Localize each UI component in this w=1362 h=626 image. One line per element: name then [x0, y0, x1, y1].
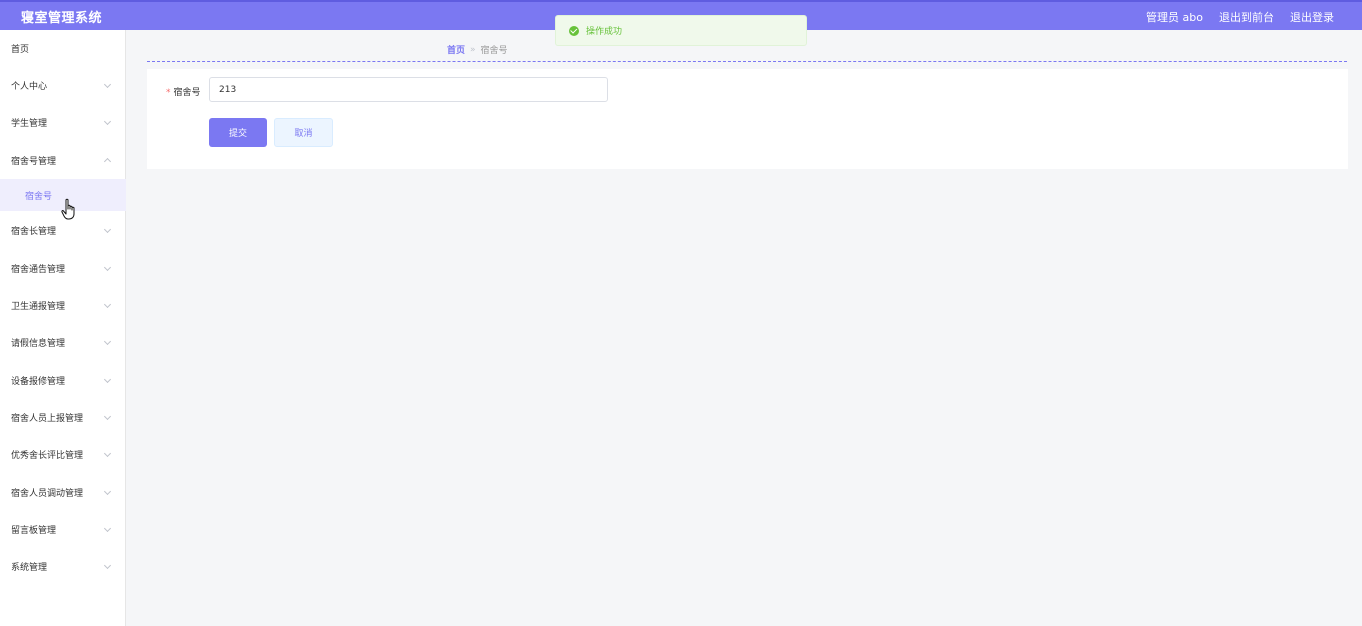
chevron-down-icon — [103, 375, 112, 384]
form-card: *宿舍号 提交 取消 — [147, 69, 1348, 169]
success-toast: 操作成功 — [555, 15, 807, 46]
sidebar-menu: 首页 个人中心 学生管理 宿舍号管理 宿舍号 宿舍长管理 宿舍通告管理 卫生通报… — [0, 30, 126, 626]
sidebar-item-label: 宿舍号管理 — [11, 156, 57, 167]
sidebar-item-label: 卫生通报管理 — [11, 301, 66, 312]
chevron-down-icon — [103, 449, 112, 458]
chevron-down-icon — [103, 263, 112, 272]
chevron-down-icon — [103, 80, 112, 89]
sidebar-item-label: 宿舍通告管理 — [11, 264, 66, 275]
toast-message: 操作成功 — [586, 27, 623, 37]
sidebar-item-students[interactable]: 学生管理 — [0, 104, 126, 140]
exit-to-front-link[interactable]: 退出到前台 — [1219, 9, 1274, 25]
sidebar-item-label: 宿舍长管理 — [11, 226, 57, 237]
sidebar-item-label: 个人中心 — [11, 81, 48, 92]
sidebar-item-repairs[interactable]: 设备报修管理 — [0, 362, 126, 398]
sidebar-item-label: 请假信息管理 — [11, 338, 66, 349]
dorm-number-input[interactable] — [209, 77, 608, 102]
sidebar-item-label: 宿舍人员上报管理 — [11, 413, 84, 424]
sidebar-item-label: 学生管理 — [11, 118, 48, 129]
chevron-down-icon — [103, 225, 112, 234]
header-actions: 管理员 abo 退出到前台 退出登录 — [1146, 9, 1334, 25]
breadcrumb-current: 宿舍号 — [480, 46, 508, 56]
hand-cursor-icon — [61, 198, 75, 220]
dorm-number-label: * 宿舍号 — [166, 85, 201, 98]
chevron-down-icon — [103, 561, 112, 570]
sidebar-item-transfers[interactable]: 宿舍人员调动管理 — [0, 474, 126, 510]
sidebar-item-member-reports[interactable]: 宿舍人员上报管理 — [0, 399, 126, 435]
sidebar-item-hygiene-reports[interactable]: 卫生通报管理 — [0, 287, 126, 323]
sidebar-item-system[interactable]: 系统管理 — [0, 548, 126, 584]
sidebar-item-profile[interactable]: 个人中心 — [0, 67, 126, 103]
submit-button[interactable]: 提交 — [209, 118, 267, 147]
sidebar-item-leader-awards[interactable]: 优秀舍长评比管理 — [0, 436, 126, 472]
admin-user-label[interactable]: 管理员 abo — [1146, 9, 1203, 25]
breadcrumb-divider — [147, 61, 1347, 62]
chevron-down-icon — [103, 524, 112, 533]
sidebar-item-label: 首页 — [11, 44, 30, 55]
sidebar-item-dorm-numbers[interactable]: 宿舍号管理 — [0, 142, 126, 178]
app-title: 寝室管理系统 — [21, 11, 103, 26]
chevron-down-icon — [103, 337, 112, 346]
breadcrumb-separator: » — [470, 44, 476, 55]
sidebar-item-label: 优秀舍长评比管理 — [11, 450, 84, 461]
dorm-number-label-text: 宿舍号 — [173, 88, 201, 98]
chevron-down-icon — [103, 487, 112, 496]
sidebar-item-label: 留言板管理 — [11, 525, 57, 536]
sidebar-item-home[interactable]: 首页 — [0, 30, 126, 66]
sidebar-item-message-board[interactable]: 留言板管理 — [0, 511, 126, 547]
chevron-down-icon — [103, 412, 112, 421]
required-marker: * — [166, 88, 171, 98]
sidebar-item-leave-requests[interactable]: 请假信息管理 — [0, 324, 126, 360]
sidebar-subitem-label: 宿舍号 — [25, 191, 53, 202]
logout-link[interactable]: 退出登录 — [1290, 9, 1334, 25]
chevron-up-icon — [103, 157, 112, 166]
breadcrumb-home[interactable]: 首页 — [447, 43, 465, 56]
sidebar-item-label: 系统管理 — [11, 562, 48, 573]
sidebar-item-dorm-notices[interactable]: 宿舍通告管理 — [0, 250, 126, 286]
breadcrumb: 首页 » 宿舍号 — [447, 43, 508, 57]
chevron-down-icon — [103, 300, 112, 309]
cancel-button[interactable]: 取消 — [274, 118, 333, 147]
check-circle-icon — [569, 25, 579, 36]
sidebar-item-label: 设备报修管理 — [11, 376, 66, 387]
sidebar-item-label: 宿舍人员调动管理 — [11, 488, 84, 499]
chevron-down-icon — [103, 117, 112, 126]
